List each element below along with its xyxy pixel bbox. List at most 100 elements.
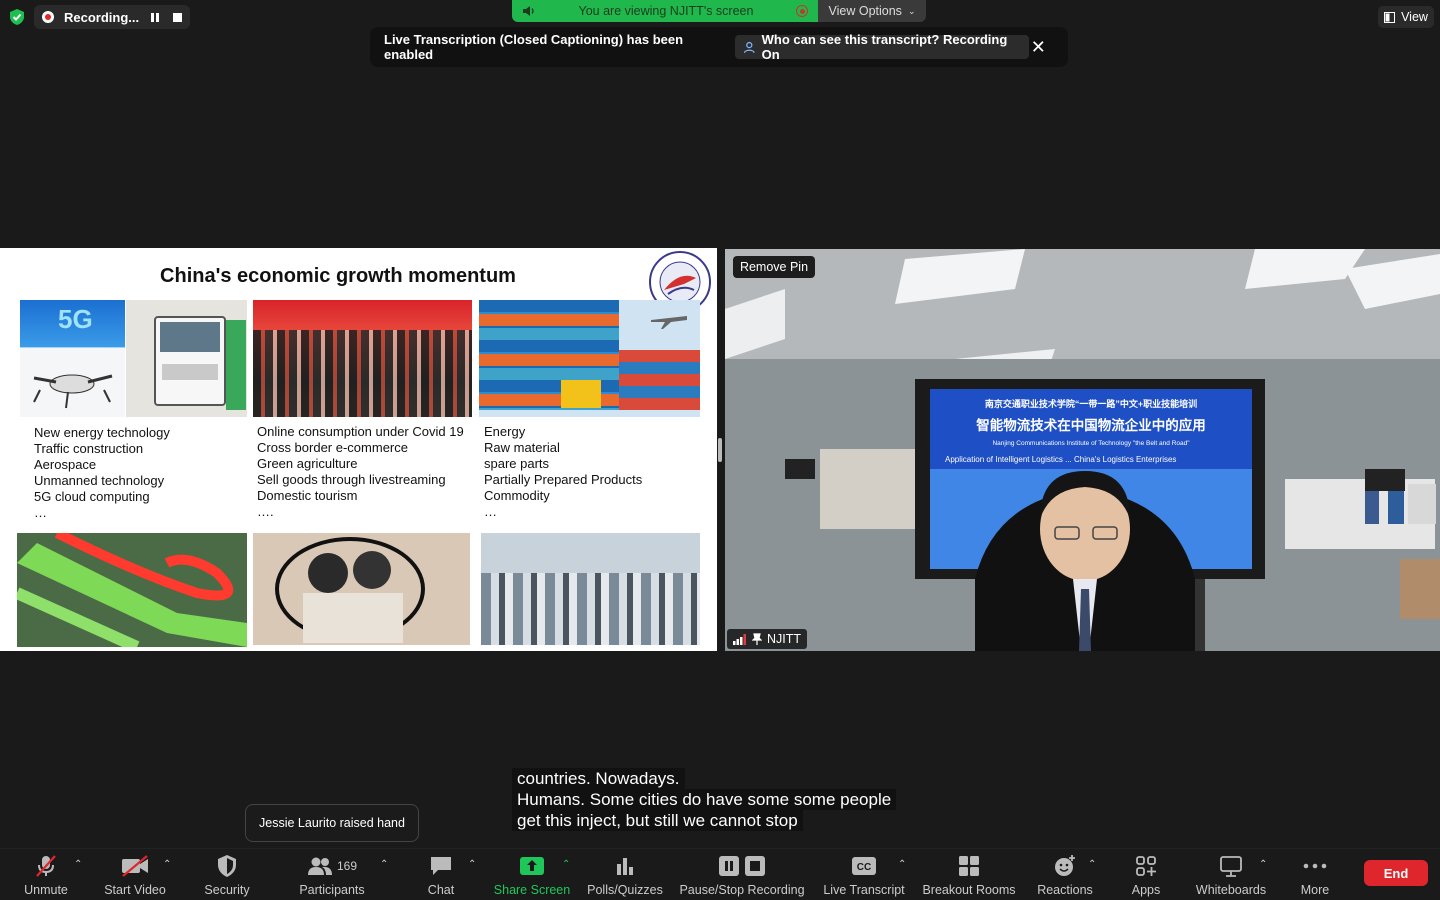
stop-recording-icon[interactable] <box>173 12 182 22</box>
camera-off-icon <box>121 853 149 879</box>
view-options-label: View Options <box>828 4 902 18</box>
closed-captions: countries. Nowadays. Humans. Some cities… <box>512 768 897 831</box>
participants-button[interactable]: 169 Participants <box>297 853 367 897</box>
caption-line: countries. Nowadays. <box>512 768 685 789</box>
chat-button[interactable]: Chat <box>422 853 460 897</box>
closed-caption-icon: CC <box>851 853 877 879</box>
presentation-screen-text: 南京交通职业技术学院“一带一路”中文+职业技能培训 智能物流技术在中国物流企业中… <box>935 397 1247 464</box>
reactions-caret-icon[interactable]: ⌃ <box>1088 859 1096 870</box>
col3-line: Raw material <box>484 440 560 455</box>
col1-line: Aerospace <box>34 457 97 472</box>
unmute-label: Unmute <box>24 883 68 897</box>
transcript-visibility-button[interactable]: Who can see this transcript? Recording O… <box>735 32 1029 62</box>
remove-pin-button[interactable]: Remove Pin <box>733 256 815 278</box>
more-button[interactable]: More <box>1296 853 1334 897</box>
pause-recording-icon[interactable] <box>151 12 159 22</box>
col1-line: 5G cloud computing <box>34 489 150 504</box>
split-view-divider-handle[interactable] <box>718 438 722 462</box>
share-caret-icon[interactable]: ⌃ <box>562 859 570 870</box>
live-transcript-button[interactable]: CC Live Transcript <box>821 853 907 897</box>
pin-icon <box>752 633 762 645</box>
share-screen-icon <box>519 853 545 879</box>
slide-title: China's economic growth momentum <box>160 265 516 287</box>
col3-line: … <box>484 504 497 519</box>
participants-icon-group: 169 <box>307 853 357 879</box>
viewing-screen-text: You are viewing NJITT's screen <box>578 4 754 18</box>
video-options-caret-icon[interactable]: ⌃ <box>163 859 171 870</box>
truck-image <box>126 300 247 417</box>
col3-line: spare parts <box>484 456 550 471</box>
end-meeting-button[interactable]: End <box>1364 860 1428 886</box>
view-options-button[interactable]: View Options ⌄ <box>818 0 926 22</box>
participant-name: NJITT <box>767 632 802 646</box>
pause-stop-icon <box>717 853 767 879</box>
reactions-button[interactable]: Reactions <box>1036 853 1094 897</box>
breakout-label: Breakout Rooms <box>922 883 1016 897</box>
more-label: More <box>1300 883 1330 897</box>
apps-button[interactable]: Apps <box>1128 853 1164 897</box>
col2-line: Cross border e-commerce <box>257 440 408 455</box>
signal-strength-icon <box>733 633 746 645</box>
end-label: End <box>1383 865 1409 881</box>
shield-icon <box>216 853 238 879</box>
unmute-button[interactable]: Unmute <box>22 853 70 897</box>
pause-stop-recording-button[interactable]: Pause/Stop Recording <box>679 853 805 897</box>
col1-line: … <box>34 505 47 520</box>
reactions-label: Reactions <box>1037 883 1093 897</box>
participants-caret-icon[interactable]: ⌃ <box>380 859 388 870</box>
whiteboards-button[interactable]: Whiteboards <box>1193 853 1269 897</box>
slide-column-1: New energy technology Traffic constructi… <box>34 425 170 521</box>
raised-hand-text: Jessie Laurito raised hand <box>259 816 405 830</box>
drone-5g-image: 5G <box>20 300 125 417</box>
col2-line: …. <box>257 504 274 519</box>
slide-column-3: Energy Raw material spare parts Partiall… <box>484 424 642 520</box>
whiteboard-icon <box>1219 853 1243 879</box>
security-shield-icon[interactable] <box>8 8 26 26</box>
col1-line: Traffic construction <box>34 441 144 456</box>
banner-message: Live Transcription (Closed Captioning) h… <box>384 32 684 62</box>
smart-highway-image <box>17 533 247 647</box>
participants-icon <box>307 857 332 875</box>
participants-label: Participants <box>299 883 365 897</box>
emoji-plus-icon <box>1053 853 1077 879</box>
view-button-label: View <box>1401 10 1428 24</box>
transcript-caret-icon[interactable]: ⌃ <box>898 859 906 870</box>
livestream-image <box>253 533 470 645</box>
share-screen-label: Share Screen <box>493 883 571 897</box>
col3-line: Energy <box>484 424 526 439</box>
breakout-rooms-button[interactable]: Breakout Rooms <box>922 853 1016 897</box>
share-screen-button[interactable]: Share Screen <box>493 853 571 897</box>
recording-status-icon <box>796 5 808 17</box>
5g-label: 5G <box>58 304 93 334</box>
whiteboards-caret-icon[interactable]: ⌃ <box>1259 859 1267 870</box>
svg-text:CC: CC <box>857 862 871 873</box>
recording-label: Recording... <box>64 9 140 25</box>
chat-caret-icon[interactable]: ⌃ <box>468 859 476 870</box>
caption-line: Humans. Some cities do have some some pe… <box>512 789 897 810</box>
view-button[interactable]: View <box>1378 6 1434 28</box>
chat-bubble-icon <box>429 853 453 879</box>
whiteboards-label: Whiteboards <box>1195 883 1267 897</box>
slide-column-2: Online consumption under Covid 19 Cross … <box>257 424 464 520</box>
close-icon[interactable]: ✕ <box>1029 37 1048 58</box>
start-video-button[interactable]: Start Video <box>102 853 168 897</box>
security-button[interactable]: Security <box>203 853 251 897</box>
speaker-video-tile[interactable]: 南京交通职业技术学院“一带一路”中文+职业技能培训 智能物流技术在中国物流企业中… <box>725 249 1440 651</box>
polls-label: Polls/Quizzes <box>587 883 663 897</box>
remove-pin-label: Remove Pin <box>739 260 809 274</box>
speaker-icon <box>523 6 534 16</box>
person-icon <box>743 41 755 53</box>
recording-indicator[interactable]: Recording... <box>34 5 190 29</box>
col2-line: Online consumption under Covid 19 <box>257 424 464 439</box>
raised-hand-notification: Jessie Laurito raised hand <box>245 804 419 842</box>
zoom-meeting-window: Recording... You are viewing NJITT's scr… <box>0 0 1440 900</box>
view-grid-icon <box>1384 11 1396 23</box>
audio-options-caret-icon[interactable]: ⌃ <box>74 859 82 870</box>
polls-quizzes-button[interactable]: Polls/Quizzes <box>586 853 664 897</box>
more-dots-icon <box>1303 853 1327 879</box>
drone-icon <box>33 374 113 409</box>
col3-line: Partially Prepared Products <box>484 472 643 487</box>
warehouse-ecommerce-image <box>481 533 700 645</box>
apps-label: Apps <box>1131 883 1161 897</box>
shipping-containers-image <box>479 300 700 417</box>
